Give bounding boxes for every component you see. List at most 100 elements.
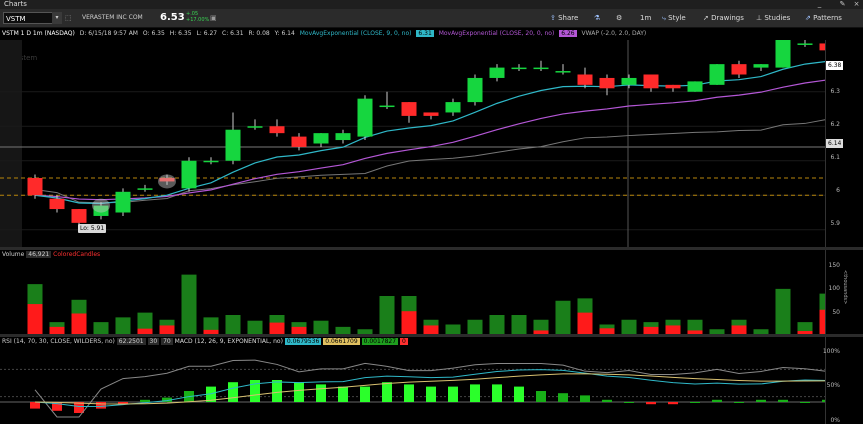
candle-down (643, 74, 659, 89)
volume-bar (181, 274, 197, 334)
price-panel[interactable]: Verastem Lo: 5.91 (0, 40, 835, 247)
axis-tick: 0% (830, 417, 840, 424)
macd-hist-bar (492, 384, 502, 402)
rsi-macd-panel[interactable]: RSI (14, 70, 30, CLOSE, WILDERS, no) 62.… (0, 337, 832, 424)
macd-hist-bar (536, 391, 546, 402)
drawings-button[interactable]: ➚ Drawings (703, 12, 744, 24)
bar-range: R: 0.08 (248, 30, 270, 37)
axis-tick: 5.9 (830, 220, 840, 227)
macd-hist-bar (338, 386, 348, 402)
bar-close: C: 6.31 (222, 30, 244, 37)
pin-icon[interactable]: ✎ (838, 0, 847, 9)
flask-button[interactable]: ⚗ (594, 12, 600, 24)
cursor-icon: ➚ (703, 14, 709, 22)
candle-down (599, 77, 615, 89)
bar-open: O: 6.35 (142, 30, 165, 37)
axis-tick: 50% (826, 382, 840, 389)
macd-hist-bar (272, 380, 282, 402)
pattern-marker (158, 174, 176, 189)
candle-up (753, 64, 769, 68)
volume-bar (555, 300, 571, 334)
study-legend-bar: VSTM 1 D 1m (NASDAQ) D: 6/15/18 9:57 AM … (0, 28, 863, 39)
price-change-pct: +17.00% (186, 17, 210, 23)
volume-bar-down (49, 326, 65, 334)
candle-up (203, 160, 219, 163)
symbol-dropdown[interactable]: ▾ (52, 12, 62, 24)
volume-bar-down (401, 311, 417, 334)
macd-hist-bar (646, 402, 656, 405)
volume-bar (489, 315, 505, 334)
volume-bar-down (577, 312, 593, 334)
candle-down (291, 136, 307, 147)
macd-hist-bar (712, 399, 722, 402)
ema20-label[interactable]: MovAvgExponential (CLOSE, 20, 0, no) (439, 30, 555, 37)
volume-bar (335, 326, 351, 334)
volume-bar-down (643, 326, 659, 334)
volume-bar (115, 317, 131, 334)
macd-hist-bar (360, 386, 370, 402)
volume-axis[interactable]: 150 100 50 <thousands> (825, 250, 863, 334)
volume-bar-down (423, 325, 439, 334)
ema9-label[interactable]: MovAvgExponential (CLOSE, 9, 0, no) (300, 30, 412, 37)
candle-down (731, 64, 747, 75)
style-label: Style (668, 14, 686, 22)
patterns-button[interactable]: ⇗ Patterns (805, 12, 842, 24)
axis-tick: 100% (822, 348, 840, 355)
axis-tick: 6.2 (830, 121, 840, 128)
volume-bar-down (71, 313, 87, 334)
candle-down (71, 209, 87, 223)
axis-tick: 100 (828, 285, 840, 292)
vwap-label[interactable]: VWAP (-2.0, 2.0, DAY) (582, 30, 647, 37)
volume-bar-down (27, 304, 43, 334)
macd-hist-bar (558, 393, 568, 402)
pattern-marker (92, 198, 110, 213)
volume-chart (27, 274, 835, 334)
gear-button[interactable]: ⚙ (616, 12, 622, 24)
candle-up (467, 77, 483, 103)
timeframe-button[interactable]: 1m (640, 12, 651, 24)
candle-up (797, 43, 813, 45)
minimize-button[interactable]: _ (815, 0, 824, 9)
rsi-macd-chart (0, 359, 832, 418)
volume-bar-down (291, 326, 307, 334)
window-title: Charts (4, 0, 27, 8)
studies-label: Studies (764, 14, 791, 22)
drawings-label: Drawings (711, 14, 744, 22)
volume-panel[interactable]: Volume 46,921 ColoredCandles (0, 250, 835, 334)
studies-button[interactable]: ⊥ Studies (756, 12, 790, 24)
indicator-axis[interactable]: 100% 50% 0% (822, 337, 863, 424)
macd-hist-bar (580, 395, 590, 402)
low-marker: Lo: 5.91 (78, 224, 107, 233)
candle-down (577, 74, 593, 85)
studies-icon: ⊥ (756, 14, 763, 22)
candle-up (687, 81, 703, 92)
volume-bar-down (159, 325, 175, 334)
macd-hist-bar (734, 402, 744, 403)
share-button[interactable]: ⇪ Share (550, 12, 578, 24)
gear-icon: ⚙ (616, 14, 623, 22)
price-axis[interactable]: 6.3 6.2 6.1 6 5.9 6.38 6.14 (825, 40, 863, 247)
style-button[interactable]: ⤷ Style (662, 12, 686, 24)
link-icon[interactable]: ⬚ (65, 12, 72, 24)
candle-up (313, 133, 329, 144)
close-button[interactable]: × (852, 0, 861, 9)
bar-low: L: 6.27 (196, 30, 218, 37)
candle-up (533, 67, 549, 70)
ema20-value: 6.26 (559, 30, 577, 37)
candle-up (247, 126, 263, 128)
bar-high: H: 6.35 (169, 30, 192, 37)
candle-down (665, 84, 681, 89)
macd-hist-bar (800, 402, 810, 403)
settings-icon[interactable]: ▣ (210, 12, 217, 24)
macd-hist-bar (382, 382, 392, 402)
price-change: +.05 +17.00% (186, 11, 209, 23)
volume-bar (225, 315, 241, 334)
volume-bar (379, 296, 395, 334)
volume-bar (511, 315, 527, 334)
macd-hist-bar (448, 386, 458, 402)
bar-y: Y: 6.14 (274, 30, 295, 37)
volume-bar (467, 319, 483, 334)
axis-tick: 6.3 (830, 88, 840, 95)
style-icon: ⤷ (662, 14, 666, 22)
axis-tick: 6 (836, 187, 840, 194)
